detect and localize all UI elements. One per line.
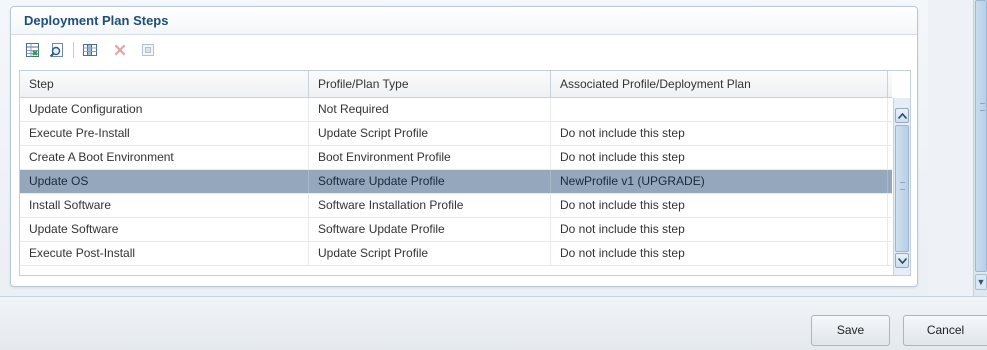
cell-type: Not Required <box>309 98 551 121</box>
table-scrollbar[interactable] <box>893 98 910 275</box>
cell-type: Update Script Profile <box>309 122 551 145</box>
grip-icon <box>900 182 905 190</box>
scroll-down-icon[interactable] <box>895 253 909 268</box>
cell-type: Software Update Profile <box>309 218 551 241</box>
detach-icon[interactable] <box>138 40 158 60</box>
cell-associated[interactable] <box>551 98 888 121</box>
table-row[interactable]: Update Configuration Not Required <box>20 98 892 122</box>
cell-step: Execute Pre-Install <box>20 122 309 145</box>
cell-type: Boot Environment Profile <box>309 146 551 169</box>
cell-step: Update OS <box>20 170 309 193</box>
export-spreadsheet-icon[interactable] <box>23 40 43 60</box>
columns-icon[interactable] <box>80 40 100 60</box>
table-row[interactable]: Create A Boot Environment Boot Environme… <box>20 146 892 170</box>
cell-associated[interactable]: Do not include this step <box>551 146 888 169</box>
deployment-plan-steps-panel: Deployment Plan Steps Step Profile/Plan … <box>10 6 918 287</box>
table-scrollbar-thumb[interactable] <box>895 125 909 252</box>
table-row[interactable]: Execute Pre-Install Update Script Profil… <box>20 122 892 146</box>
table-row[interactable]: Install Software Software Installation P… <box>20 194 892 218</box>
cell-type: Update Script Profile <box>309 242 551 265</box>
page-scrollbar[interactable]: ▼ <box>973 0 987 296</box>
cell-associated[interactable]: Do not include this step <box>551 194 888 217</box>
delete-icon[interactable] <box>110 40 130 60</box>
find-icon[interactable] <box>47 40 67 60</box>
cell-associated[interactable]: Do not include this step <box>551 218 888 241</box>
table-row-selected[interactable]: Update OS Software Update Profile NewPro… <box>20 170 892 194</box>
panel-header: Deployment Plan Steps <box>11 7 917 35</box>
scroll-down-icon[interactable]: ▼ <box>975 274 987 290</box>
grip-icon <box>980 103 985 111</box>
steps-table: Step Profile/Plan Type Associated Profil… <box>19 70 911 276</box>
column-header-associated-profile[interactable]: Associated Profile/Deployment Plan <box>551 71 888 98</box>
cell-associated[interactable]: NewProfile v1 (UPGRADE) <box>551 170 888 193</box>
table-row[interactable]: Update Software Software Update Profile … <box>20 218 892 242</box>
cell-step: Install Software <box>20 194 309 217</box>
cell-step: Execute Post-Install <box>20 242 309 265</box>
cell-associated[interactable]: Do not include this step <box>551 122 888 145</box>
table-body: Update Configuration Not Required Execut… <box>20 98 892 275</box>
cell-step: Update Configuration <box>20 98 309 121</box>
table-header: Step Profile/Plan Type Associated Profil… <box>20 71 892 98</box>
scroll-up-icon[interactable] <box>895 108 909 123</box>
right-gutter <box>928 0 973 296</box>
toolbar-separator <box>73 42 74 58</box>
cell-associated[interactable]: Do not include this step <box>551 242 888 265</box>
table-row[interactable]: Execute Post-Install Update Script Profi… <box>20 242 892 266</box>
cell-type: Software Update Profile <box>309 170 551 193</box>
cell-type: Software Installation Profile <box>309 194 551 217</box>
table-toolbar <box>11 36 917 64</box>
panel-title: Deployment Plan Steps <box>24 13 169 28</box>
column-header-step[interactable]: Step <box>20 71 309 98</box>
page-scrollbar-thumb[interactable] <box>975 0 987 272</box>
cancel-button[interactable]: Cancel <box>903 315 987 346</box>
cell-step: Update Software <box>20 218 309 241</box>
save-button[interactable]: Save <box>811 315 890 346</box>
column-header-profile-plan-type[interactable]: Profile/Plan Type <box>309 71 551 98</box>
dialog-footer: Save Cancel <box>0 296 987 350</box>
cell-step: Create A Boot Environment <box>20 146 309 169</box>
